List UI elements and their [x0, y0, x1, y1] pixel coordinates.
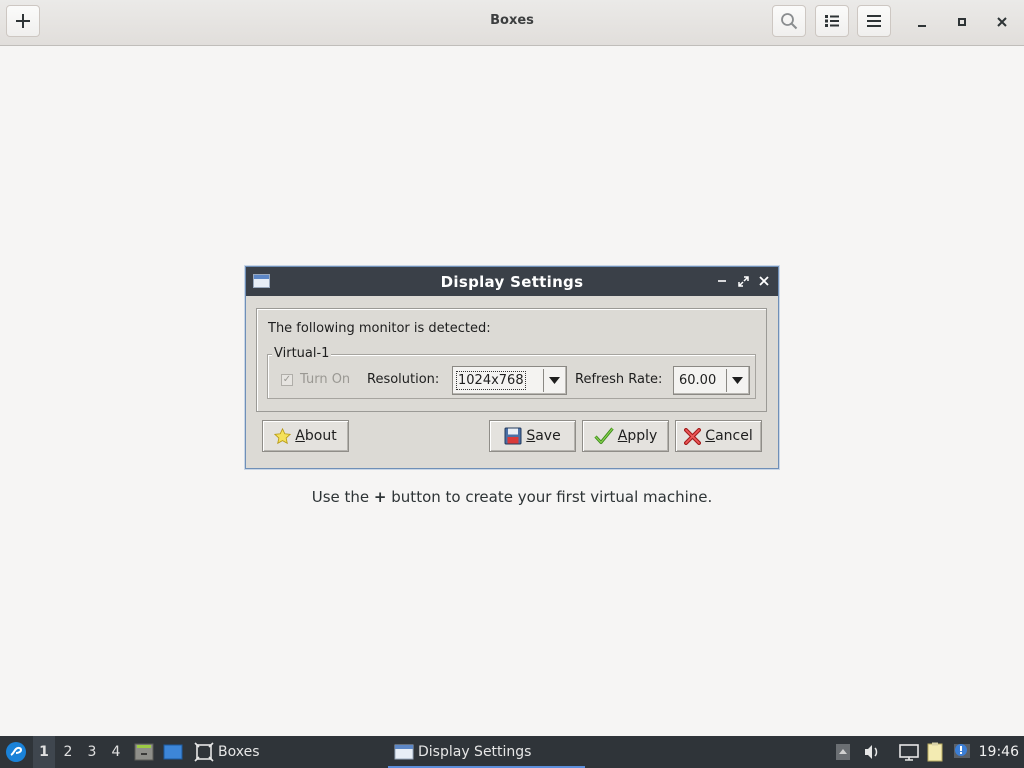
detected-text: The following monitor is detected:: [268, 321, 491, 336]
network-wired-icon: [899, 744, 919, 761]
task-display-settings-label: Display Settings: [418, 744, 532, 760]
monitor-frame: The following monitor is detected: Virtu…: [256, 308, 767, 412]
network-button[interactable]: [899, 736, 919, 768]
close-icon: [997, 17, 1007, 27]
turn-on-label: Turn On: [300, 372, 351, 387]
file-cabinet-icon: [134, 743, 154, 761]
dialog-minimize-button[interactable]: [714, 273, 730, 289]
update-info-icon: [954, 744, 970, 758]
clipboard-button[interactable]: [926, 736, 946, 768]
taskbar: 1 2 3 4 Boxes Display Settings 19:46: [0, 736, 1024, 768]
volume-button[interactable]: [863, 736, 881, 768]
turn-on-checkbox[interactable]: ✓: [281, 374, 293, 386]
maximize-icon: [737, 275, 749, 287]
checkmark-icon: ✓: [282, 374, 292, 385]
workspace-4[interactable]: 4: [105, 736, 127, 768]
cancel-x-icon: [684, 427, 702, 445]
workspace-label: 3: [87, 744, 97, 760]
minimize-button[interactable]: [910, 10, 934, 34]
about-button[interactable]: About: [262, 420, 349, 452]
updates-button[interactable]: [953, 736, 971, 768]
search-icon: [781, 13, 798, 30]
workspace-3[interactable]: 3: [81, 736, 103, 768]
cancel-button[interactable]: Cancel: [675, 420, 762, 452]
headerbar: Boxes: [0, 0, 1024, 46]
apply-label: pply: [627, 428, 658, 444]
cancel-mnemonic: C: [705, 428, 716, 444]
monitor-group: Virtual-1 ✓ Turn On Resolution: 1024x768…: [267, 346, 756, 399]
apply-button[interactable]: Apply: [582, 420, 669, 452]
refresh-rate-dropdown[interactable]: 60.00: [673, 366, 750, 395]
arrow-up-icon: [836, 744, 850, 760]
maximize-button[interactable]: [950, 10, 974, 34]
close-button[interactable]: [990, 10, 1014, 34]
file-manager-launcher[interactable]: [134, 736, 154, 768]
workspace-label: 1: [39, 744, 49, 760]
desktop-icon: [163, 744, 183, 760]
workspace-label: 2: [63, 744, 73, 760]
dialog-title: Display Settings: [440, 273, 584, 291]
boxes-app-icon: [194, 742, 214, 762]
save-button[interactable]: Save: [489, 420, 576, 452]
maximize-icon: [958, 18, 966, 26]
resolution-dropdown[interactable]: 1024x768: [452, 366, 567, 395]
empty-state-plus: +: [373, 488, 387, 506]
clock[interactable]: 19:46: [979, 744, 1019, 760]
floppy-disk-icon: [504, 427, 522, 445]
checkmark-icon: [594, 427, 614, 444]
show-desktop-button[interactable]: [163, 736, 183, 768]
dropdown-arrow-icon: [726, 369, 747, 392]
dialog-titlebar[interactable]: Display Settings: [246, 267, 778, 296]
minimize-icon: [918, 25, 926, 27]
resolution-value: 1024x768: [456, 371, 526, 390]
monitor-name: Virtual-1: [272, 346, 332, 361]
empty-state-hint: Use the + button to create your first vi…: [0, 488, 1024, 506]
apply-mnemonic: A: [617, 428, 628, 444]
save-mnemonic: S: [526, 428, 536, 444]
start-menu-button[interactable]: [4, 736, 28, 768]
task-boxes[interactable]: Boxes: [194, 736, 260, 768]
save-label: ave: [535, 428, 561, 444]
tray-expand-button[interactable]: [835, 736, 851, 768]
task-boxes-label: Boxes: [218, 744, 260, 760]
window-icon: [394, 744, 414, 760]
distro-logo-icon: [6, 742, 26, 762]
list-view-icon: [825, 15, 839, 27]
dialog-close-button[interactable]: [756, 273, 772, 289]
about-label: bout: [304, 428, 337, 444]
workspace-label: 4: [111, 744, 121, 760]
menu-button[interactable]: [857, 5, 891, 37]
empty-state-suffix: button to create your first virtual mach…: [391, 488, 713, 506]
search-button[interactable]: [772, 5, 806, 37]
workspace-1[interactable]: 1: [33, 736, 55, 768]
cancel-label: ancel: [715, 428, 753, 444]
workspace-2[interactable]: 2: [57, 736, 79, 768]
resolution-label: Resolution:: [367, 372, 440, 387]
hamburger-menu-icon: [867, 15, 881, 27]
list-view-button[interactable]: [815, 5, 849, 37]
dialog-maximize-button[interactable]: [735, 273, 751, 289]
minimize-icon: [718, 280, 726, 282]
display-settings-dialog: Display Settings The following monitor i…: [245, 266, 779, 469]
empty-state-prefix: Use the: [311, 488, 370, 506]
refresh-rate-value: 60.00: [679, 373, 717, 388]
refresh-rate-label: Refresh Rate:: [575, 372, 663, 387]
clipboard-icon: [927, 742, 943, 762]
speaker-icon: [865, 745, 878, 759]
task-display-settings[interactable]: Display Settings: [394, 736, 531, 768]
dropdown-arrow-icon: [543, 369, 564, 392]
close-icon: [759, 276, 769, 286]
about-mnemonic: A: [295, 428, 305, 444]
star-icon: [274, 427, 292, 444]
